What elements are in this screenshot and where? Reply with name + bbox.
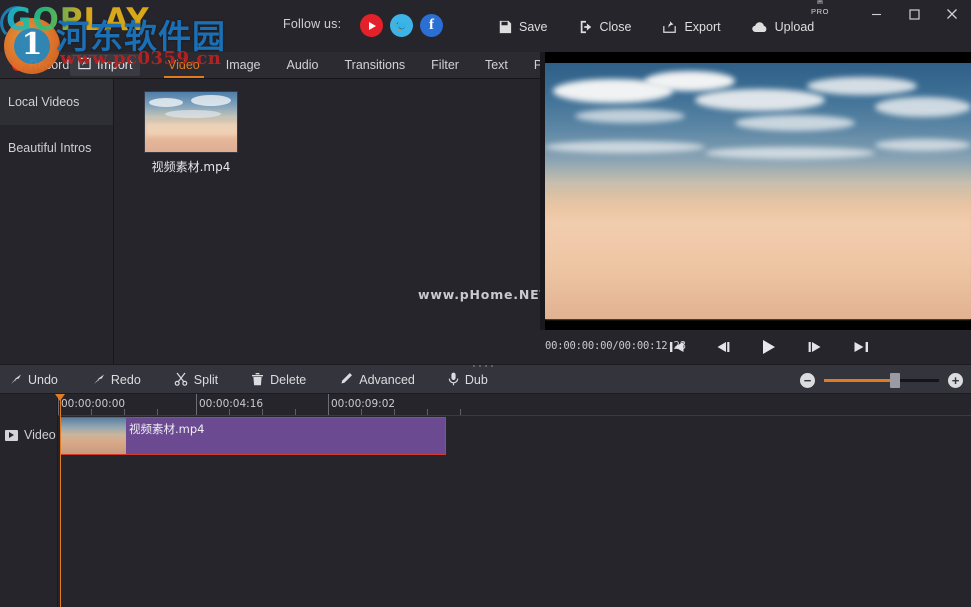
dub-label: Dub — [464, 373, 488, 387]
category-local-videos[interactable]: Local Videos — [0, 79, 113, 125]
track-header-video[interactable]: Video — [5, 428, 56, 442]
pro-label: PRO — [810, 7, 830, 16]
redo-arrow-icon — [91, 373, 105, 388]
panel-watermark: www.pHome.NET — [418, 287, 549, 302]
tool-tab-bar: Record Import Video Image Audio Transiti… — [0, 52, 573, 79]
video-editor-window: Follow us: 🐦 f Save Close Export Upload … — [0, 0, 971, 607]
advanced-label: Advanced — [359, 373, 415, 387]
exit-door-icon — [579, 20, 593, 34]
redo-button[interactable]: Redo — [88, 373, 144, 388]
split-button[interactable]: Split — [171, 372, 221, 389]
delete-button[interactable]: Delete — [248, 372, 309, 389]
import-arrow-icon — [78, 57, 91, 73]
track-header-column: Video — [0, 394, 58, 607]
save-label: Save — [519, 20, 548, 34]
close-label: Close — [599, 20, 632, 34]
timeline-ruler[interactable]: 00:00:00:00 00:00:04:16 00:00:09:02 — [58, 394, 971, 416]
import-label: Import — [97, 58, 133, 72]
media-library-panel: 视频素材.mp4 — [114, 79, 648, 364]
timeline-clip[interactable]: 视频素材.mp4 — [60, 417, 446, 455]
media-item[interactable]: 视频素材.mp4 — [130, 91, 252, 175]
trash-icon — [251, 372, 264, 389]
close-project-button[interactable]: Close — [579, 20, 632, 34]
tab-list: Video Image Audio Transitions Filter Tex… — [155, 52, 586, 79]
playhead[interactable] — [55, 394, 65, 607]
jump-to-end-button[interactable] — [850, 335, 872, 359]
tab-transitions[interactable]: Transitions — [331, 52, 418, 79]
timeline-panel: Video 00:00:00:00 00:00:04:16 00:00:09:0… — [0, 394, 971, 607]
timeline-zoom-control: − + — [800, 365, 963, 395]
window-controls — [857, 0, 971, 28]
track-label: Video — [24, 428, 56, 442]
record-dot-icon — [12, 59, 23, 71]
video-frame-image — [545, 63, 971, 319]
media-category-list: Local Videos Beautiful Intros — [0, 79, 114, 364]
tab-text[interactable]: Text — [472, 52, 521, 79]
clip-label: 视频素材.mp4 — [129, 422, 205, 436]
pro-badge[interactable]: ♕ PRO — [803, 0, 837, 16]
toolbar-drag-handle[interactable] — [473, 363, 493, 368]
scissors-icon — [174, 372, 188, 389]
play-button[interactable] — [758, 335, 780, 359]
transport-controls — [660, 333, 971, 361]
record-button[interactable]: Record — [6, 56, 75, 74]
crown-icon: ♕ — [815, 0, 825, 7]
zoom-slider-fill — [824, 378, 896, 382]
tab-image[interactable]: Image — [213, 52, 274, 79]
upload-button[interactable]: Upload — [751, 20, 815, 34]
import-button[interactable]: Import — [70, 54, 141, 76]
maximize-button[interactable] — [895, 0, 933, 28]
floppy-disk-icon — [498, 20, 512, 34]
zoom-in-button[interactable]: + — [948, 372, 963, 388]
playback-controls-bar: 00:00:00:00/00:00:12:28 — [540, 330, 971, 364]
close-window-button[interactable] — [933, 0, 971, 28]
follow-us-label: Follow us: — [283, 17, 342, 31]
media-item-label: 视频素材.mp4 — [151, 160, 231, 174]
twitter-icon[interactable]: 🐦 — [390, 14, 413, 37]
youtube-icon[interactable] — [360, 14, 383, 37]
minimize-button[interactable] — [857, 0, 895, 28]
microphone-icon — [448, 372, 459, 389]
edit-tool-list: Undo Redo Split Delete Advanced Dub — [5, 365, 491, 395]
titlebar-actions: Save Close Export Upload — [498, 20, 814, 34]
undo-label: Undo — [28, 373, 58, 387]
tab-video[interactable]: Video — [155, 52, 213, 79]
save-button[interactable]: Save — [498, 20, 548, 34]
video-track-icon — [5, 429, 18, 441]
step-forward-button[interactable] — [804, 335, 826, 359]
jump-to-start-button[interactable] — [666, 335, 688, 359]
title-bar: Follow us: 🐦 f Save Close Export Upload … — [0, 0, 971, 52]
cloud-layer — [545, 187, 971, 319]
timeline-track-video[interactable]: 视频素材.mp4 — [58, 416, 971, 456]
export-label: Export — [684, 20, 721, 34]
category-beautiful-intros[interactable]: Beautiful Intros — [0, 125, 113, 171]
pencil-icon — [339, 372, 353, 389]
step-backward-button[interactable] — [712, 335, 734, 359]
zoom-out-button[interactable]: − — [800, 372, 815, 388]
undo-arrow-icon — [8, 373, 22, 388]
record-label: Record — [29, 58, 70, 72]
tab-filter[interactable]: Filter — [418, 52, 472, 79]
zoom-slider-thumb[interactable] — [890, 372, 900, 388]
redo-label: Redo — [110, 373, 141, 387]
export-button[interactable]: Export — [662, 20, 721, 34]
preview-panel: 00:00:00:00/00:00:12:28 — [540, 52, 971, 364]
undo-button[interactable]: Undo — [5, 373, 61, 388]
clip-thumbnail — [61, 418, 126, 454]
split-label: Split — [193, 373, 219, 387]
media-thumbnail — [144, 91, 238, 153]
preview-video[interactable] — [545, 52, 971, 330]
cloud-upload-icon — [751, 21, 768, 34]
zoom-slider-track[interactable] — [824, 372, 939, 388]
facebook-icon[interactable]: f — [420, 14, 443, 37]
upload-label: Upload — [774, 20, 815, 34]
dub-button[interactable]: Dub — [445, 372, 491, 389]
edit-toolbar: Undo Redo Split Delete Advanced Dub − + — [0, 364, 971, 394]
share-export-icon — [662, 20, 677, 34]
advanced-button[interactable]: Advanced — [336, 372, 418, 389]
delete-label: Delete — [270, 373, 307, 387]
tab-audio[interactable]: Audio — [274, 52, 332, 79]
